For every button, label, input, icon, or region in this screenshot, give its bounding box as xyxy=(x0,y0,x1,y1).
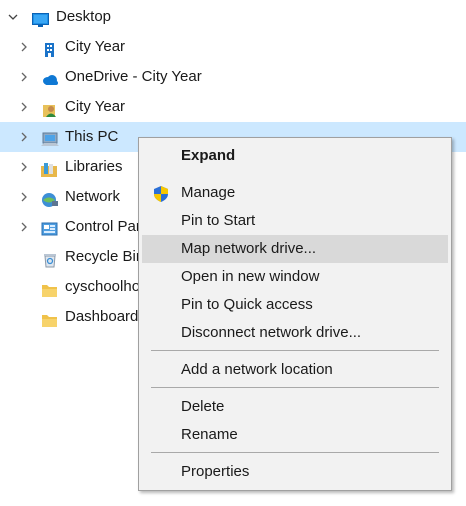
menu-item-add-network-location[interactable]: Add a network location xyxy=(142,356,448,384)
libraries-icon xyxy=(41,159,57,177)
chevron-right-icon[interactable] xyxy=(16,212,32,242)
tree-item-label: City Year xyxy=(65,38,126,55)
uac-shield-icon xyxy=(152,185,170,203)
menu-item-label: Manage xyxy=(181,184,236,201)
menu-item-label: Disconnect network drive... xyxy=(181,324,362,341)
menu-item-disconnect-network-drive[interactable]: Disconnect network drive... xyxy=(142,319,448,347)
menu-item-pin-to-start[interactable]: Pin to Start xyxy=(142,207,448,235)
menu-item-open-in-new-window[interactable]: Open in new window xyxy=(142,263,448,291)
context-menu: Expand Manage Pin to Start Map network d… xyxy=(138,137,452,491)
building-icon xyxy=(42,39,58,57)
menu-item-label: Map network drive... xyxy=(181,240,317,257)
chevron-right-icon[interactable] xyxy=(16,152,32,182)
menu-item-label: Pin to Start xyxy=(181,212,256,229)
menu-item-rename[interactable]: Rename xyxy=(142,421,448,449)
menu-item-label: Delete xyxy=(181,398,225,415)
menu-item-label: Add a network location xyxy=(181,361,333,378)
tree-item-onedrive[interactable]: OneDrive - City Year xyxy=(0,62,466,92)
menu-item-map-network-drive[interactable]: Map network drive... xyxy=(142,235,448,263)
tree-item-desktop[interactable]: Desktop xyxy=(0,2,466,32)
tree-item-label: Dashboards xyxy=(65,308,146,325)
menu-item-label: Properties xyxy=(181,463,250,480)
chevron-right-icon[interactable] xyxy=(16,32,32,62)
desktop-icon xyxy=(32,9,49,27)
menu-item-label: Rename xyxy=(181,426,238,443)
folder-icon xyxy=(41,309,57,327)
menu-separator xyxy=(151,452,439,453)
chevron-right-icon[interactable] xyxy=(16,122,32,152)
tree-item-label: OneDrive - City Year xyxy=(65,68,202,85)
chevron-right-icon[interactable] xyxy=(16,182,32,212)
recycle-bin-icon xyxy=(42,249,58,268)
chevron-right-icon[interactable] xyxy=(16,62,32,92)
menu-item-delete[interactable]: Delete xyxy=(142,393,448,421)
tree-item-label: Libraries xyxy=(65,158,123,175)
chevron-down-icon[interactable] xyxy=(5,2,21,32)
menu-item-expand[interactable]: Expand xyxy=(142,142,448,170)
menu-separator xyxy=(151,387,439,388)
tree-item-label: This PC xyxy=(65,128,119,145)
folder-icon xyxy=(41,279,57,297)
computer-icon xyxy=(41,129,59,146)
menu-item-label: Expand xyxy=(181,147,236,164)
network-icon xyxy=(41,189,58,207)
user-folder-icon xyxy=(42,99,58,117)
menu-item-pin-to-quick-access[interactable]: Pin to Quick access xyxy=(142,291,448,319)
tree-item-city-year-org[interactable]: City Year xyxy=(0,32,466,62)
menu-item-label: Open in new window xyxy=(181,268,320,285)
menu-item-label: Pin to Quick access xyxy=(181,296,313,313)
menu-separator xyxy=(151,350,439,351)
menu-item-manage[interactable]: Manage xyxy=(142,179,448,207)
menu-item-properties[interactable]: Properties xyxy=(142,458,448,486)
chevron-right-icon[interactable] xyxy=(16,92,32,122)
tree-item-label: Network xyxy=(65,188,121,205)
tree-item-label: Desktop xyxy=(56,8,112,25)
control-panel-icon xyxy=(41,219,58,236)
tree-item-city-year-user[interactable]: City Year xyxy=(0,92,466,122)
tree-item-label: Recycle Bin xyxy=(65,248,145,265)
tree-item-label: City Year xyxy=(65,98,126,115)
onedrive-cloud-icon xyxy=(41,69,58,85)
